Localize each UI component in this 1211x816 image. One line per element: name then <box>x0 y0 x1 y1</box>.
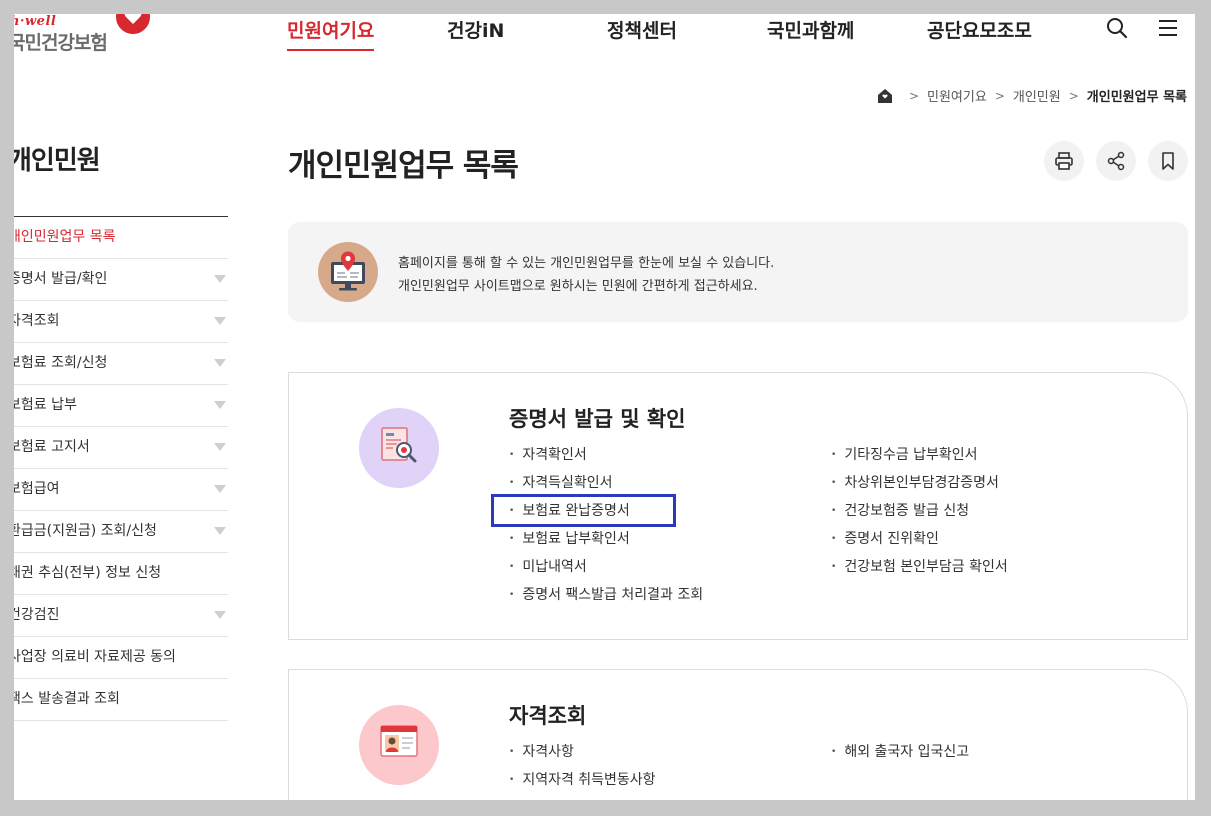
sidebar-item-label: 증명서 발급/확인 <box>14 271 108 287</box>
section-list-right: 해외 출국자 입국신고 <box>831 738 969 766</box>
sidebar-item-label: 자격조회 <box>14 313 60 329</box>
chevron-right-icon: > <box>908 88 919 103</box>
gnb-item-corporation[interactable]: 공단요모조모 <box>927 16 1032 43</box>
info-text: 홈페이지를 통해 할 수 있는 개인민원업무를 한눈에 보실 수 있습니다. 개… <box>398 252 774 298</box>
sidebar-item-label: 개인민원업무 목록 <box>14 229 116 245</box>
breadcrumb: > 민원여기요 > 개인민원 > 개인민원업무 목록 <box>877 86 1187 105</box>
sidebar-item[interactable]: 채권 추심(전부) 정보 신청 <box>14 553 228 595</box>
sidebar-item[interactable]: 팩스 발송결과 조회 <box>14 679 228 721</box>
sidebar-item[interactable]: 환급금(지원금) 조회/신청 <box>14 511 228 553</box>
list-item[interactable]: 증명서 진위확인 <box>831 525 1008 553</box>
sidebar-item-label: 건강검진 <box>14 607 60 623</box>
bookmark-button[interactable] <box>1148 141 1188 181</box>
caret-down-icon[interactable] <box>214 527 226 535</box>
sidebar-item[interactable]: 사업장 의료비 자료제공 동의 <box>14 637 228 679</box>
certificate-search-icon <box>359 408 439 488</box>
caret-down-icon[interactable] <box>214 317 226 325</box>
print-button[interactable] <box>1044 141 1084 181</box>
section-list-left: 자격사항 지역자격 취득변동사항 <box>509 738 656 794</box>
gnb-item-minwon[interactable]: 민원여기요 <box>287 16 375 51</box>
gnb-item-with-people[interactable]: 국민과함께 <box>767 16 854 43</box>
id-card-icon <box>359 705 439 785</box>
logo-brand: h·well <box>14 14 57 29</box>
sidebar-menu: 개인민원업무 목록증명서 발급/확인자격조회보험료 조회/신청보험료 납부보험료… <box>14 216 228 721</box>
section-card-eligibility: 자격조회 자격사항 지역자격 취득변동사항 해외 출국자 입국신고 <box>288 669 1188 800</box>
breadcrumb-current: 개인민원업무 목록 <box>1086 90 1187 105</box>
list-item[interactable]: 보험료 납부확인서 <box>509 525 703 553</box>
gnb-item-health-in[interactable]: 건강iN <box>447 16 504 43</box>
search-icon[interactable] <box>1105 16 1129 40</box>
section-card-certificate: 증명서 발급 및 확인 자격확인서 자격득실확인서 보험료 완납증명서 보험료 … <box>288 372 1188 640</box>
logo-name: 국민건강보험 <box>14 32 108 54</box>
list-item[interactable]: 건강보험 본인부담금 확인서 <box>831 553 1007 581</box>
chevron-right-icon: > <box>1068 88 1079 103</box>
sidebar-item-label: 보험료 납부 <box>14 397 77 413</box>
heart-logo-icon <box>116 14 150 34</box>
list-item[interactable]: 지역자격 취득변동사항 <box>509 766 655 794</box>
list-item[interactable]: 해외 출국자 입국신고 <box>831 738 969 766</box>
caret-down-icon[interactable] <box>214 275 226 283</box>
sidebar-item-label: 팩스 발송결과 조회 <box>14 691 120 707</box>
info-box: 홈페이지를 통해 할 수 있는 개인민원업무를 한눈에 보실 수 있습니다. 개… <box>288 222 1188 322</box>
section-list-right: 기타징수금 납부확인서 차상위본인부담경감증명서 건강보험증 발급 신청 증명서… <box>831 441 1008 581</box>
caret-down-icon[interactable] <box>214 359 226 367</box>
list-item[interactable]: 보험료 완납증명서 <box>509 497 703 525</box>
sidebar-item[interactable]: 건강검진 <box>14 595 228 637</box>
logo[interactable]: h·well 국민건강보험 <box>14 14 154 54</box>
caret-down-icon[interactable] <box>214 485 226 493</box>
list-item[interactable]: 미납내역서 <box>509 553 703 581</box>
list-item[interactable]: 증명서 팩스발급 처리결과 조회 <box>509 581 703 609</box>
sidebar-item[interactable]: 자격조회 <box>14 301 228 343</box>
print-icon <box>1055 152 1073 170</box>
sidebar-item[interactable]: 증명서 발급/확인 <box>14 259 228 301</box>
info-line: 개인민원업무 사이트맵으로 원하시는 민원에 간편하게 접근하세요. <box>398 279 758 294</box>
section-title: 자격조회 <box>509 704 587 728</box>
sidebar-title: 개인민원 <box>14 146 101 176</box>
sidebar-item[interactable]: 보험료 조회/신청 <box>14 343 228 385</box>
sidebar-item-label: 보험급여 <box>14 481 60 497</box>
caret-down-icon[interactable] <box>214 611 226 619</box>
list-item[interactable]: 건강보험증 발급 신청 <box>831 497 1008 525</box>
list-item[interactable]: 자격확인서 <box>509 441 703 469</box>
list-item[interactable]: 차상위본인부담경감증명서 <box>831 469 1008 497</box>
list-item[interactable]: 자격득실확인서 <box>509 469 703 497</box>
bookmark-icon <box>1162 152 1174 170</box>
breadcrumb-item[interactable]: 민원여기요 <box>927 86 987 105</box>
share-button[interactable] <box>1096 141 1136 181</box>
sidebar-item[interactable]: 개인민원업무 목록 <box>14 217 228 259</box>
sidebar-item-label: 사업장 의료비 자료제공 동의 <box>14 649 176 665</box>
info-line: 홈페이지를 통해 할 수 있는 개인민원업무를 한눈에 보실 수 있습니다. <box>398 256 775 271</box>
section-title: 증명서 발급 및 확인 <box>509 407 686 431</box>
menu-icon[interactable] <box>1156 16 1180 40</box>
home-icon[interactable] <box>877 88 893 104</box>
sidebar-item[interactable]: 보험료 납부 <box>14 385 228 427</box>
sidebar-item[interactable]: 보험료 고지서 <box>14 427 228 469</box>
sidebar-item[interactable]: 보험급여 <box>14 469 228 511</box>
page-title: 개인민원업무 목록 <box>288 148 519 184</box>
breadcrumb-item[interactable]: 개인민원 <box>1013 86 1061 105</box>
sidebar-item-label: 보험료 고지서 <box>14 439 90 455</box>
caret-down-icon[interactable] <box>214 401 226 409</box>
monitor-location-icon <box>318 242 378 302</box>
gnb-item-policy-center[interactable]: 정책센터 <box>607 16 677 43</box>
list-item[interactable]: 기타징수금 납부확인서 <box>831 441 1008 469</box>
page: h·well 국민건강보험 민원여기요 건강iN 정책센터 국민과함께 공단요모… <box>14 14 1195 800</box>
sidebar-item-label: 보험료 조회/신청 <box>14 355 108 371</box>
chevron-right-icon: > <box>994 88 1005 103</box>
list-item[interactable]: 자격사항 <box>509 738 656 766</box>
share-icon <box>1107 151 1125 171</box>
caret-down-icon[interactable] <box>214 443 226 451</box>
sidebar-item-label: 환급금(지원금) 조회/신청 <box>14 523 157 539</box>
sidebar-item-label: 채권 추심(전부) 정보 신청 <box>14 565 162 581</box>
section-list-left: 자격확인서 자격득실확인서 보험료 완납증명서 보험료 납부확인서 미납내역서 … <box>509 441 703 609</box>
